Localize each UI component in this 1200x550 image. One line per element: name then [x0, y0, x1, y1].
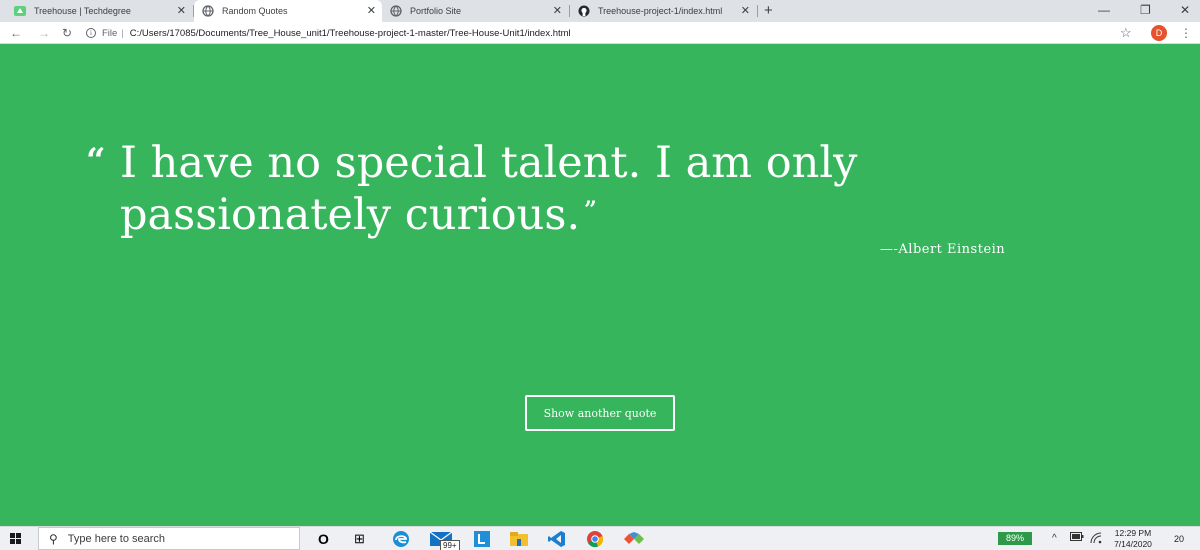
file-explorer-icon[interactable] — [510, 530, 528, 548]
quote-block: I have no special talent. I am only pass… — [120, 140, 900, 239]
tab-title: Treehouse | Techdegree — [34, 6, 131, 16]
show-another-quote-button[interactable]: Show another quote — [525, 395, 675, 431]
reload-button[interactable]: ↻ — [62, 25, 72, 41]
cortana-icon[interactable]: O — [318, 530, 329, 548]
close-tab-icon[interactable]: ✕ — [367, 4, 376, 18]
taskbar-clock[interactable]: 12:29 PM 7/14/2020 — [1106, 527, 1160, 550]
clock-date: 7/14/2020 — [1114, 539, 1152, 549]
git-kraken-icon[interactable] — [624, 530, 644, 548]
edge-icon[interactable] — [392, 530, 410, 548]
open-quote-mark: “ — [86, 141, 106, 181]
bookmark-star-icon[interactable]: ☆ — [1120, 25, 1132, 41]
search-placeholder: Type here to search — [67, 532, 166, 545]
vscode-icon[interactable] — [548, 530, 566, 548]
tab-github-project[interactable]: Treehouse-project-1/index.html ✕ — [570, 0, 756, 22]
tab-strip: Treehouse | Techdegree ✕ Random Quotes ✕… — [0, 0, 1200, 22]
minimize-button[interactable]: — — [1098, 2, 1110, 18]
url-scheme: File — [102, 27, 118, 39]
battery-indicator[interactable]: 89% — [998, 532, 1032, 545]
tab-title: Random Quotes — [222, 6, 288, 16]
close-quote-mark: ” — [584, 197, 597, 223]
new-tab-button[interactable]: + — [764, 2, 773, 20]
tab-random-quotes[interactable]: Random Quotes ✕ — [194, 0, 382, 22]
app-l-icon[interactable] — [474, 530, 490, 548]
treehouse-icon — [14, 5, 26, 17]
page-content: “ I have no special talent. I am only pa… — [0, 44, 1200, 526]
task-view-icon[interactable]: ⊞ — [354, 530, 365, 548]
tab-title: Treehouse-project-1/index.html — [598, 6, 723, 16]
mail-unread-badge: 99+ — [440, 540, 460, 550]
windows-taskbar: ⚲ Type here to search O ⊞ 99+ 89% ^ 12:2… — [0, 526, 1200, 550]
info-icon[interactable]: i — [86, 28, 96, 38]
close-window-button[interactable]: ✕ — [1180, 2, 1190, 18]
forward-button[interactable]: → — [38, 25, 50, 41]
menu-kebab-icon[interactable]: ⋮ — [1180, 25, 1192, 41]
globe-icon — [390, 5, 402, 17]
github-icon — [578, 5, 590, 17]
close-tab-icon[interactable]: ✕ — [553, 4, 562, 18]
tab-portfolio-site[interactable]: Portfolio Site ✕ — [382, 0, 568, 22]
profile-avatar[interactable]: D — [1151, 25, 1167, 41]
taskbar-search-box[interactable]: ⚲ Type here to search — [38, 527, 300, 550]
clock-time: 12:29 PM — [1114, 528, 1152, 538]
restore-button[interactable]: ❐ — [1140, 2, 1151, 18]
notification-center-icon[interactable]: 20 — [1170, 531, 1188, 547]
close-tab-icon[interactable]: ✕ — [741, 4, 750, 18]
close-tab-icon[interactable]: ✕ — [177, 4, 186, 18]
tab-divider — [757, 5, 758, 17]
quote-source: —-Albert Einstein — [880, 242, 1006, 257]
quote-text: I have no special talent. I am only pass… — [120, 138, 858, 240]
tray-chevron-icon[interactable]: ^ — [1052, 532, 1057, 545]
back-button[interactable]: ← — [10, 25, 22, 41]
tab-title: Portfolio Site — [410, 6, 462, 16]
battery-icon[interactable] — [1070, 532, 1084, 545]
url-separator: | — [121, 27, 124, 39]
chrome-icon[interactable] — [586, 530, 604, 548]
globe-icon — [202, 5, 214, 17]
browser-toolbar: ← → ↻ i File | C:/Users/17085/Documents/… — [0, 22, 1200, 44]
search-icon: ⚲ — [49, 531, 58, 546]
tab-treehouse[interactable]: Treehouse | Techdegree ✕ — [6, 0, 192, 22]
windows-start-icon[interactable] — [10, 533, 22, 545]
url-text[interactable]: C:/Users/17085/Documents/Tree_House_unit… — [130, 28, 571, 39]
address-bar[interactable]: i File | C:/Users/17085/Documents/Tree_H… — [86, 25, 571, 41]
wifi-icon[interactable] — [1090, 532, 1102, 548]
